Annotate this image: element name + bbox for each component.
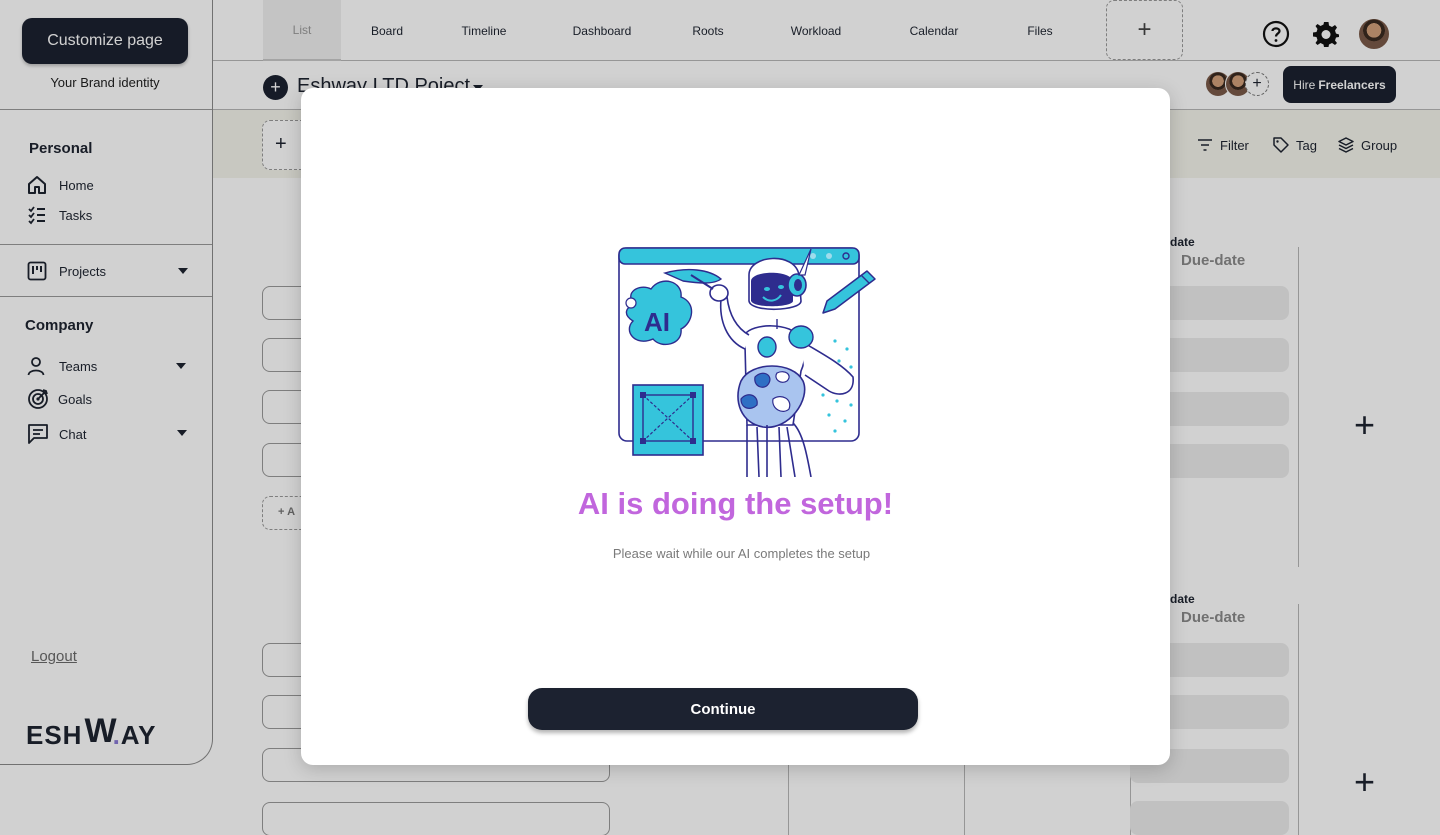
- ai-setup-modal: AI AI is doing the setup! Please wait wh…: [301, 88, 1170, 765]
- modal-subtitle: Please wait while our AI completes the s…: [612, 546, 871, 561]
- modal-title: AI is doing the setup!: [577, 486, 894, 521]
- ai-badge-text: AI: [644, 307, 670, 337]
- ai-robot-painter-illustration: AI: [618, 247, 876, 477]
- continue-button[interactable]: Continue: [528, 688, 918, 730]
